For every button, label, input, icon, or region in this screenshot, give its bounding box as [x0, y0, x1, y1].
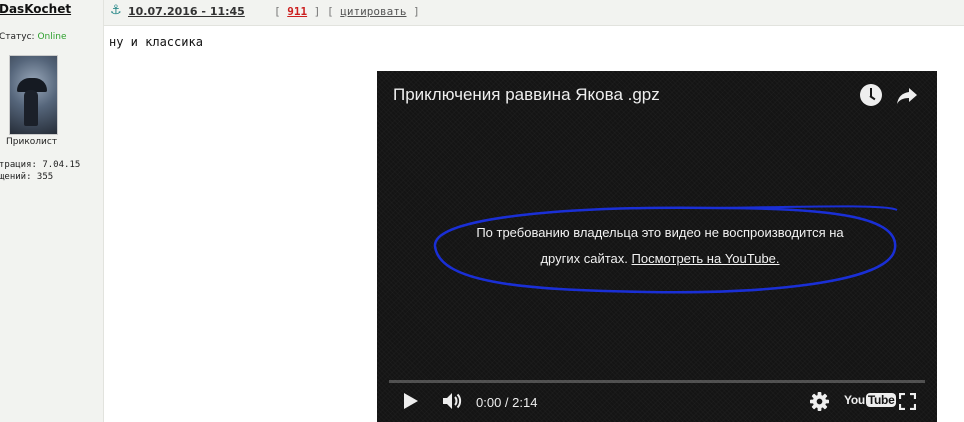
- user-rank: Приколист: [6, 137, 58, 147]
- notice-line-2-text: других сайтах.: [540, 251, 628, 266]
- youtube-logo-tube: Tube: [865, 393, 897, 407]
- post-number-link[interactable]: 911: [287, 5, 307, 18]
- notice-line-1: По требованию владельца это видео не вос…: [476, 225, 844, 240]
- quote-link[interactable]: цитировать: [340, 5, 406, 18]
- time-display: 0:00 / 2:14: [476, 395, 538, 410]
- watch-on-youtube-link[interactable]: Посмотреть на YouTube.: [632, 251, 780, 266]
- watch-later-icon[interactable]: [860, 84, 882, 106]
- user-status: Статус: Online: [0, 32, 67, 42]
- share-icon[interactable]: [895, 83, 919, 107]
- bracket-close: ]: [413, 5, 420, 18]
- post-date-link[interactable]: 10.07.2016 - 11:45: [128, 5, 245, 18]
- username-link[interactable]: DasKochet: [0, 2, 71, 16]
- video-player[interactable]: Приключения раввина Якова .gpz По требов…: [377, 71, 937, 422]
- youtube-logo-you: You: [844, 393, 865, 407]
- youtube-logo[interactable]: You Tube: [844, 393, 897, 411]
- status-online: Online: [37, 32, 67, 42]
- user-registration: трация: 7.04.15: [0, 160, 81, 170]
- post-header: ⚓ 10.07.2016 - 11:45 [ 911 ] [ цитироват…: [104, 0, 964, 26]
- user-sidebar: DasKochet Статус: Online Приколист траци…: [0, 0, 104, 422]
- avatar-figure-shape: [24, 90, 38, 126]
- status-label: Статус:: [0, 32, 35, 42]
- volume-icon[interactable]: [442, 392, 462, 410]
- post-message: ну и классика: [109, 35, 203, 49]
- user-post-count: щений: 355: [0, 172, 54, 182]
- anchor-icon[interactable]: ⚓: [110, 3, 122, 18]
- playback-restricted-notice: По требованию владельца это видео не вос…: [417, 220, 903, 272]
- bracket-mid: ] [: [313, 5, 334, 18]
- fullscreen-icon[interactable]: [899, 393, 916, 410]
- progress-bar[interactable]: [389, 380, 925, 383]
- bracket-open: [: [274, 5, 281, 18]
- video-title[interactable]: Приключения раввина Якова .gpz: [393, 85, 660, 105]
- gear-icon[interactable]: [810, 392, 829, 411]
- avatar[interactable]: [9, 55, 58, 135]
- play-icon[interactable]: [404, 393, 418, 409]
- notice-line-2: других сайтах. Посмотреть на YouTube.: [417, 246, 903, 272]
- post-meta: [ 911 ] [ цитировать ]: [274, 5, 420, 18]
